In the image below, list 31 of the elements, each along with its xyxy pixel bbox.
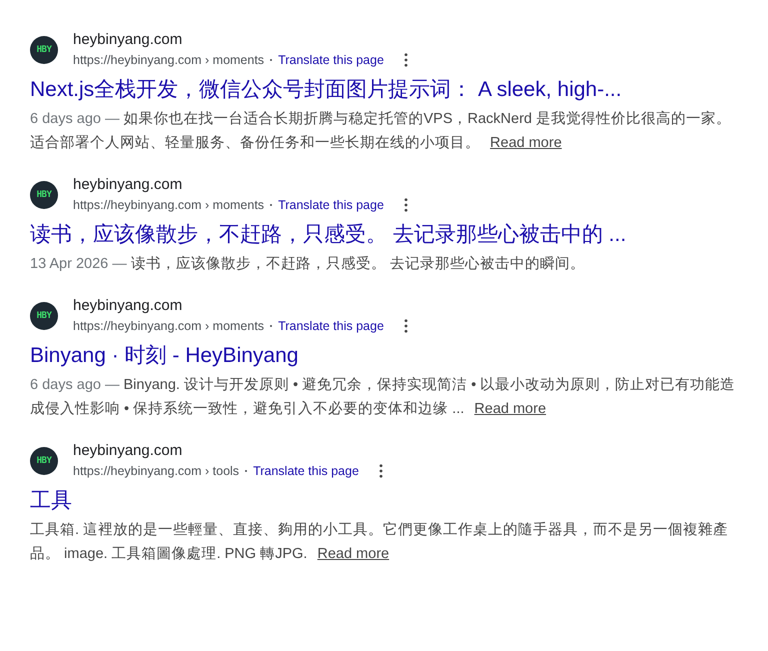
site-logo[interactable]: HBY	[30, 181, 58, 209]
result-snippet: 6 days ago — Binyang. 设计与开发原则 • 避免冗余，保持实现简洁 • 以最小改动为原则，防止对已有功能造成侵入性影响 • 保持系统一致性，避免引入不必要的变体和边缘 ... Read more	[30, 376, 736, 419]
result-title-link[interactable]: Next.js全栈开发，微信公众号封面图片提示词： A sleek, high-...	[30, 76, 622, 104]
more-options-icon[interactable]	[378, 464, 383, 478]
site-logo[interactable]: HBY	[30, 302, 58, 330]
site-name[interactable]: heybinyang.com	[73, 30, 408, 50]
read-more-link[interactable]: Read more	[317, 546, 390, 562]
more-options-icon[interactable]	[404, 319, 408, 333]
result-url[interactable]: https://heybinyang.com › moments	[73, 316, 264, 336]
site-logo[interactable]: HBY	[30, 447, 58, 475]
result-snippet: 6 days ago — 如果你也在找一台适合长期折腾与稳定托管的VPS，RackNerd 是我觉得性价比很高的一家。适合部署个人网站、轻量服务、备份任务和一些长期在线的小项目。 Read more	[30, 110, 732, 153]
translate-link[interactable]: Translate this page	[253, 461, 359, 481]
result-title-link[interactable]: Binyang · 时刻 - HeyBinyang	[30, 342, 298, 370]
translate-link[interactable]: Translate this page	[278, 50, 384, 70]
site-logo[interactable]: HBY	[30, 36, 58, 64]
read-more-link[interactable]: Read more	[474, 401, 546, 417]
result-url[interactable]: https://heybinyang.com › moments	[73, 195, 264, 215]
result-url[interactable]: https://heybinyang.com › tools	[73, 461, 240, 481]
result-url[interactable]: https://heybinyang.com › moments	[73, 50, 264, 70]
site-name[interactable]: heybinyang.com	[73, 175, 408, 195]
result-title-link[interactable]: 读书，应该像散步，不赶路，只感受。 去记录那些心被击中的 ...	[30, 221, 626, 249]
translate-link[interactable]: Translate this page	[278, 195, 384, 215]
translate-link[interactable]: Translate this page	[278, 316, 384, 336]
more-options-icon[interactable]	[404, 53, 408, 67]
site-name[interactable]: heybinyang.com	[73, 441, 383, 461]
site-name[interactable]: heybinyang.com	[73, 296, 408, 316]
result-snippet: 13 Apr 2026 — 读书，应该像散步，不赶路，只感受。 去记录那些心被击中的瞬间。	[30, 254, 586, 274]
result-snippet: 工具箱. 這裡放的是一些輕量、直接、夠用的小工具。它們更像工作桌上的隨手器具，而不是另一個複雜產品。 image. 工具箱圖像處理. PNG 轉JPG. Read more	[30, 520, 730, 564]
more-options-icon[interactable]	[404, 198, 408, 212]
read-more-link[interactable]: Read more	[490, 135, 562, 151]
result-title-link[interactable]: 工具	[30, 487, 72, 515]
